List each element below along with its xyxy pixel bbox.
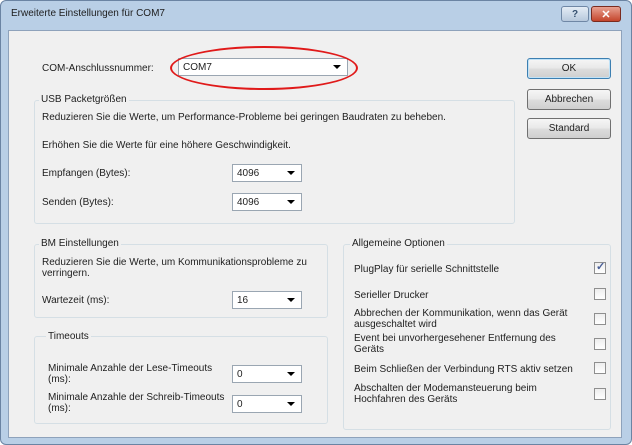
- default-button[interactable]: Standard: [527, 118, 611, 139]
- send-size-select[interactable]: 4096: [232, 193, 302, 211]
- receive-size-select[interactable]: 4096: [232, 164, 302, 182]
- option-label-rts: Beim Schließen der Verbindung RTS aktiv …: [354, 364, 573, 375]
- usb-packet-legend: USB Packetgrößen: [39, 94, 129, 105]
- option-label-serial-printer: Serieller Drucker: [354, 290, 429, 301]
- latency-label: Wartezeit (ms):: [42, 295, 110, 306]
- latency-select[interactable]: 16: [232, 291, 302, 309]
- write-timeout-value: 0: [237, 399, 243, 410]
- usb-text-increase: Erhöhen Sie die Werte für eine höhere Ge…: [42, 140, 291, 151]
- send-size-value: 4096: [237, 197, 260, 208]
- receive-label: Empfangen (Bytes):: [42, 168, 131, 179]
- annotation-highlight: [170, 46, 358, 90]
- bm-settings-legend: BM Einstellungen: [39, 238, 121, 249]
- option-label-modem-control: Abschalten der Modemansteuerung beim Hoc…: [354, 383, 537, 405]
- read-timeout-label: Minimale Anzahle der Lese-Timeouts (ms):: [48, 363, 213, 385]
- chevron-down-icon: [287, 200, 295, 204]
- latency-value: 16: [237, 295, 249, 306]
- modem-control-checkbox[interactable]: [594, 388, 606, 400]
- option-label-removal-event: Event bei unvorhergesehener Entfernung d…: [354, 333, 556, 355]
- cancel-comm-checkbox[interactable]: [594, 313, 606, 325]
- read-timeout-select[interactable]: 0: [232, 365, 302, 383]
- usb-text-reduce: Reduzieren Sie die Werte, um Performance…: [42, 112, 446, 123]
- close-button[interactable]: ✕: [591, 6, 621, 22]
- general-options-legend: Allgemeine Optionen: [350, 238, 447, 249]
- serial-printer-checkbox[interactable]: [594, 288, 606, 300]
- receive-size-value: 4096: [237, 168, 260, 179]
- help-icon: ?: [571, 8, 579, 20]
- chevron-down-icon: [287, 372, 295, 376]
- ok-button-label: OK: [561, 63, 577, 74]
- ok-button[interactable]: OK: [527, 58, 611, 79]
- help-button[interactable]: ?: [561, 6, 589, 22]
- window-title: Erweiterte Einstellungen für COM7: [11, 8, 165, 19]
- option-label-plugplay: PlugPlay für serielle Schnittstelle: [354, 264, 500, 275]
- checkmark-icon: ✓: [596, 261, 606, 273]
- write-timeout-label: Minimale Anzahle der Schreib-Timeouts (m…: [48, 392, 225, 414]
- com-port-label: COM-Anschlussnummer:: [42, 63, 154, 74]
- bm-text: Reduzieren Sie die Werte, um Kommunikati…: [42, 257, 307, 279]
- close-icon: ✕: [601, 8, 611, 21]
- write-timeout-select[interactable]: 0: [232, 395, 302, 413]
- timeouts-legend: Timeouts: [46, 331, 91, 342]
- plugplay-checkbox[interactable]: ✓: [594, 261, 606, 274]
- option-label-cancel-comm: Abbrechen der Kommunikation, wenn das Ge…: [354, 308, 568, 330]
- chevron-down-icon: [287, 171, 295, 175]
- rts-checkbox[interactable]: [594, 362, 606, 374]
- chevron-down-icon: [287, 402, 295, 406]
- cancel-button-label: Abbrechen: [544, 94, 594, 105]
- chevron-down-icon: [287, 298, 295, 302]
- read-timeout-value: 0: [237, 369, 243, 380]
- removal-event-checkbox[interactable]: [594, 338, 606, 350]
- send-label: Senden (Bytes):: [42, 197, 114, 208]
- cancel-button[interactable]: Abbrechen: [527, 89, 611, 110]
- default-button-label: Standard: [548, 123, 590, 134]
- title-bar[interactable]: Erweiterte Einstellungen für COM7 ? ✕: [1, 1, 631, 25]
